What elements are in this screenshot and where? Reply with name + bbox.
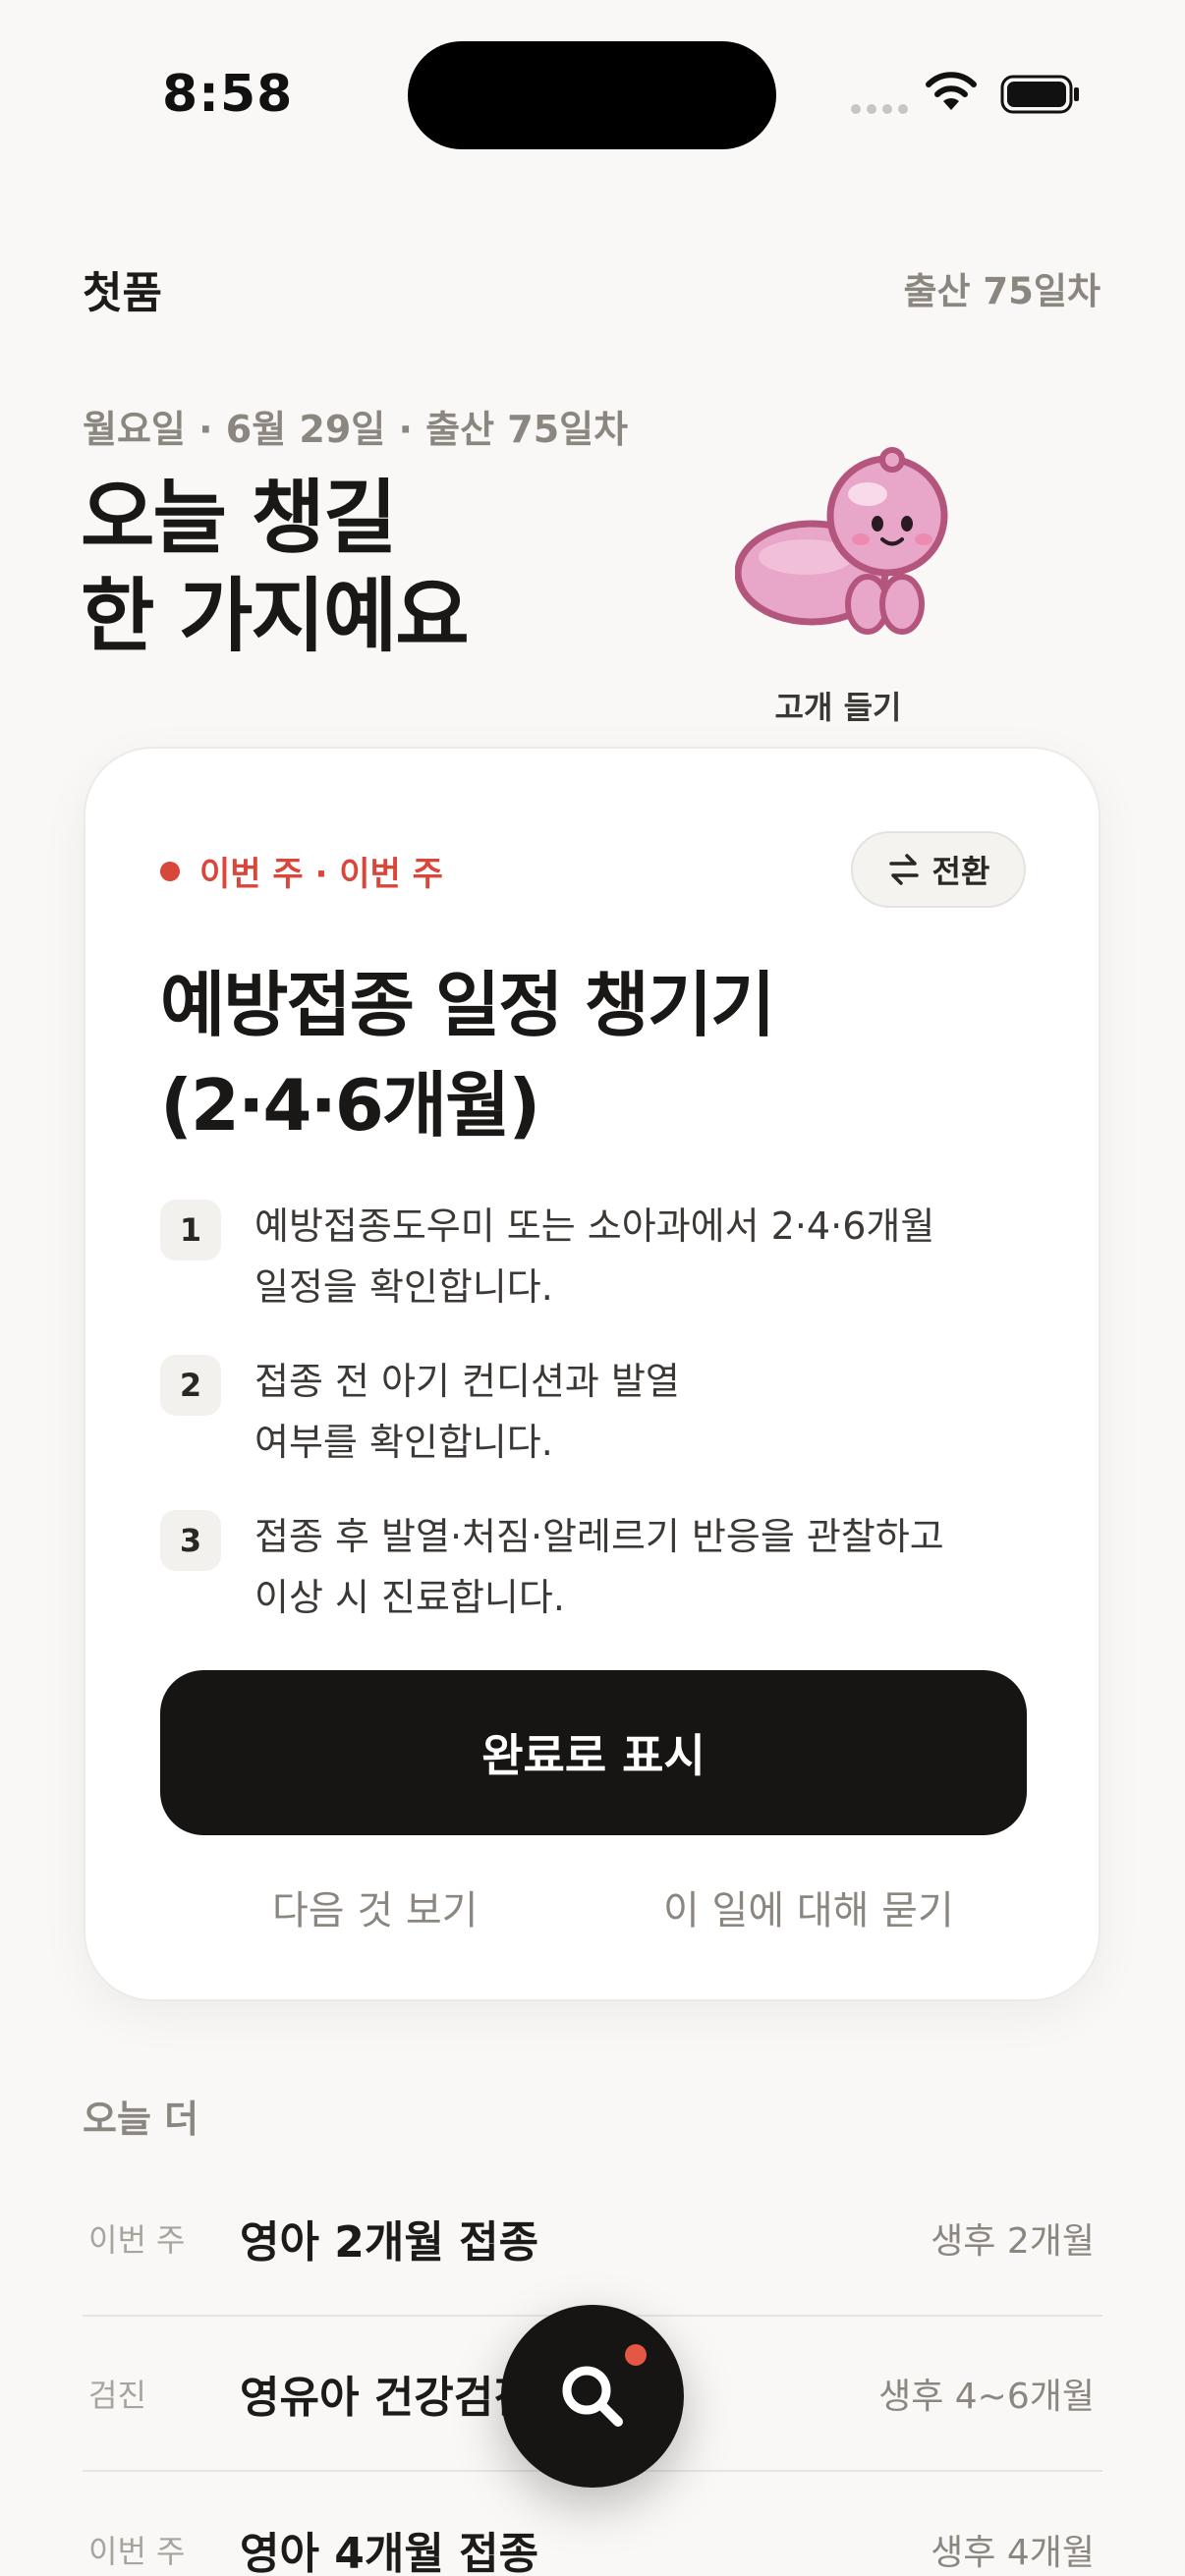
baby-mascot-icon[interactable] (735, 447, 961, 644)
page-headline: 오늘 챙길 한 가지예요 (81, 470, 470, 666)
switch-button[interactable]: 전환 (851, 831, 1026, 908)
step-text: 접종 후 발열·처짐·알레르기 반응을 관찰하고 이상 시 진료합니다. (254, 1506, 944, 1628)
next-item-link[interactable]: 다음 것 보기 (272, 1878, 478, 1935)
app-title: 첫품 (83, 268, 162, 318)
wifi-icon (926, 72, 977, 110)
step-text-line: 예방접종도우미 또는 소아과에서 2·4·6개월 (254, 1204, 935, 1248)
status-dot-icon (160, 861, 180, 881)
step-text-line: 이상 시 진료합니다. (254, 1576, 565, 1619)
switch-label: 전환 (931, 853, 990, 890)
card-title-line-1: 예방접종 일정 챙기기 (160, 964, 775, 1046)
headline-line-2: 한 가지예요 (81, 570, 470, 663)
swap-arrows-icon (888, 854, 919, 885)
list-item-tag: 이번 주 (88, 2221, 186, 2259)
date-line: 월요일 · 6월 29일 · 출산 75일차 (83, 408, 629, 451)
step-list: 1 예방접종도우미 또는 소아과에서 2·4·6개월 일정을 확인합니다. 2 … (160, 1196, 1025, 1661)
section-label-today-more: 오늘 더 (83, 2098, 199, 2141)
step-number: 2 (160, 1355, 221, 1416)
list-item-tag: 이번 주 (88, 2533, 186, 2570)
task-card: 이번 주 · 이번 주 전환 예방접종 일정 챙기기 (2·4·6개월) 1 예… (84, 747, 1100, 2001)
step-text-line: 접종 전 아기 컨디션과 발열 (254, 1360, 680, 1403)
card-title: 예방접종 일정 챙기기 (2·4·6개월) (160, 955, 1025, 1155)
list-item-meta: 생후 2개월 (931, 2221, 1095, 2262)
headline-line-1: 오늘 챙길 (81, 472, 397, 565)
step-text-line: 여부를 확인합니다. (254, 1421, 553, 1464)
step-number: 3 (160, 1510, 221, 1571)
step-text-line: 일정을 확인합니다. (254, 1265, 553, 1309)
step-item: 3 접종 후 발열·처짐·알레르기 반응을 관찰하고 이상 시 진료합니다. (160, 1506, 1025, 1628)
card-tag: 이번 주 · 이번 주 (160, 847, 443, 895)
ask-about-task-link[interactable]: 이 일에 대해 묻기 (663, 1878, 954, 1935)
status-time: 8:58 (162, 65, 294, 124)
dynamic-island (408, 41, 776, 149)
search-icon (562, 2366, 623, 2427)
step-number: 1 (160, 1200, 221, 1260)
mascot-caption: 고개 들기 (774, 689, 902, 726)
step-text-line: 접종 후 발열·처짐·알레르기 반응을 관찰하고 (254, 1515, 944, 1558)
day-counter: 출산 75일차 (903, 270, 1100, 312)
step-item: 2 접종 전 아기 컨디션과 발열 여부를 확인합니다. (160, 1351, 1025, 1473)
cellular-signal-icon (851, 104, 908, 114)
search-fab-button[interactable] (501, 2305, 684, 2488)
step-item: 1 예방접종도우미 또는 소아과에서 2·4·6개월 일정을 확인합니다. (160, 1196, 1025, 1317)
card-tag-label: 이번 주 · 이번 주 (199, 855, 443, 894)
mark-complete-button[interactable]: 완료로 표시 (160, 1670, 1027, 1835)
list-item-title: 영아 4개월 접종 (240, 2529, 539, 2576)
step-text: 예방접종도우미 또는 소아과에서 2·4·6개월 일정을 확인합니다. (254, 1196, 934, 1317)
list-item-title: 영아 2개월 접종 (240, 2217, 539, 2268)
card-title-line-2: (2·4·6개월) (160, 1064, 540, 1147)
list-item-meta: 생후 4개월 (931, 2533, 1095, 2573)
battery-icon (1000, 75, 1079, 114)
list-item-tag: 검진 (88, 2377, 146, 2414)
list-item[interactable]: 이번 주 영아 2개월 접종 생후 2개월 (83, 2161, 1102, 2317)
notification-badge (625, 2344, 647, 2366)
list-item-meta: 생후 4~6개월 (878, 2377, 1095, 2417)
step-text: 접종 전 아기 컨디션과 발열 여부를 확인합니다. (254, 1351, 680, 1473)
